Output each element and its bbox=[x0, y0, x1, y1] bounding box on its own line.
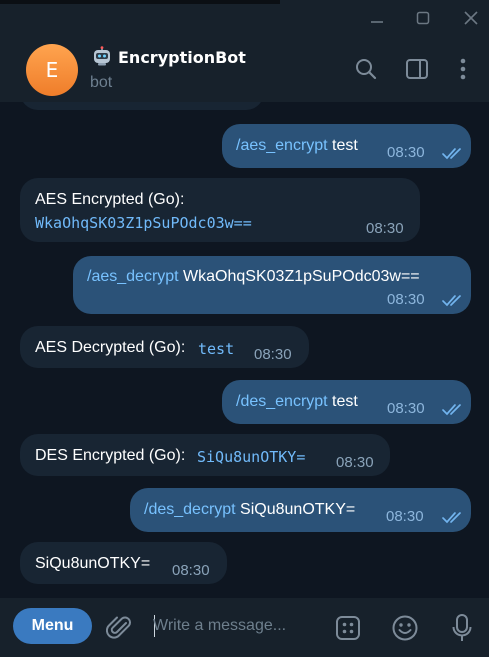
message-text: AES Encrypted (Go): bbox=[35, 191, 185, 208]
emoji-icon bbox=[392, 615, 418, 641]
bot-commands-icon bbox=[336, 616, 360, 640]
bot-commands-button[interactable] bbox=[333, 613, 363, 643]
message-bubble-out[interactable]: /des_encrypt test 08:30 bbox=[222, 380, 471, 424]
message-bubble-out[interactable]: /des_decrypt SiQu8unOTKY= 08:30 bbox=[130, 488, 471, 532]
message-text: SiQu8unOTKY= bbox=[235, 501, 356, 518]
sidebar-toggle-icon bbox=[406, 59, 428, 79]
minimize-icon bbox=[371, 21, 383, 23]
message-time: 08:30 bbox=[387, 291, 425, 308]
code-snippet[interactable]: SiQu8unOTKY= bbox=[197, 448, 305, 466]
message-time: 08:30 bbox=[386, 508, 424, 525]
avatar[interactable]: E bbox=[26, 44, 78, 96]
message-time: 08:30 bbox=[366, 220, 404, 237]
emoji-button[interactable] bbox=[390, 613, 420, 643]
read-receipt-icon bbox=[442, 295, 461, 307]
message-text: SiQu8unOTKY= bbox=[35, 555, 151, 572]
microphone-button[interactable] bbox=[447, 613, 477, 643]
read-receipt-icon bbox=[442, 148, 461, 160]
chat-header: E EncryptionBot bot bbox=[0, 34, 489, 102]
message-text: test bbox=[327, 393, 358, 410]
message-bubble-in[interactable]: AES Decrypted (Go): test 08:30 bbox=[20, 326, 309, 368]
bot-command-link[interactable]: /des_decrypt bbox=[144, 501, 236, 518]
chat-title[interactable]: EncryptionBot bbox=[92, 46, 246, 67]
message-time: 08:30 bbox=[387, 400, 425, 417]
message-text: DES Encrypted (Go): bbox=[35, 447, 190, 464]
robot-icon bbox=[94, 46, 110, 66]
message-input-placeholder: Write a message... bbox=[153, 617, 287, 634]
more-vertical-icon bbox=[460, 58, 466, 80]
message-text: WkaOhqSK03Z1pSuPOdc03w== bbox=[178, 268, 420, 285]
close-icon bbox=[464, 11, 478, 25]
bot-command-link[interactable]: /aes_encrypt bbox=[236, 137, 328, 154]
message-text: test bbox=[327, 137, 358, 154]
maximize-icon bbox=[416, 11, 430, 25]
message-list[interactable]: /aes_encrypt test 08:30 AES Encrypted (G… bbox=[0, 102, 489, 598]
message-bubble-in[interactable]: AES Encrypted (Go): WkaOhqSK03Z1pSuPOdc0… bbox=[20, 178, 420, 242]
chat-status: bot bbox=[90, 74, 113, 91]
message-text: AES Decrypted (Go): bbox=[35, 339, 190, 356]
message-time: 08:30 bbox=[172, 562, 210, 579]
read-receipt-icon bbox=[442, 404, 461, 416]
message-bubble-partial bbox=[20, 102, 264, 110]
message-composer: Menu Write a message... bbox=[0, 598, 489, 657]
message-time: 08:30 bbox=[254, 346, 292, 363]
search-icon bbox=[356, 59, 377, 80]
message-time: 08:30 bbox=[387, 144, 425, 161]
attach-button[interactable] bbox=[105, 613, 135, 643]
bot-menu-button[interactable]: Menu bbox=[13, 608, 92, 644]
code-snippet[interactable]: WkaOhqSK03Z1pSuPOdc03w== bbox=[35, 214, 252, 232]
microphone-icon bbox=[452, 614, 472, 641]
message-time: 08:30 bbox=[336, 454, 374, 471]
bot-menu-label: Menu bbox=[31, 617, 74, 634]
bot-command-link[interactable]: /aes_decrypt bbox=[87, 268, 179, 285]
attach-icon bbox=[106, 616, 131, 639]
close-button[interactable] bbox=[458, 6, 484, 30]
bot-command-link[interactable]: /des_encrypt bbox=[236, 393, 328, 410]
message-bubble-out[interactable]: /aes_decrypt WkaOhqSK03Z1pSuPOdc03w== 08… bbox=[73, 256, 471, 314]
avatar-letter: E bbox=[45, 58, 59, 82]
read-receipt-icon bbox=[442, 512, 461, 524]
message-bubble-out[interactable]: /aes_encrypt test 08:30 bbox=[222, 124, 471, 168]
message-bubble-in[interactable]: DES Encrypted (Go): SiQu8unOTKY= 08:30 bbox=[20, 434, 390, 476]
sidebar-toggle-button[interactable] bbox=[404, 56, 430, 82]
search-button[interactable] bbox=[353, 56, 379, 82]
more-button[interactable] bbox=[450, 56, 476, 82]
code-snippet[interactable]: test bbox=[198, 340, 234, 358]
message-bubble-in[interactable]: SiQu8unOTKY= 08:30 bbox=[20, 542, 227, 584]
window-titlebar bbox=[0, 0, 489, 34]
chat-title-text: EncryptionBot bbox=[118, 48, 246, 67]
maximize-button[interactable] bbox=[410, 6, 436, 30]
titlebar-edge bbox=[0, 0, 280, 4]
message-input[interactable]: Write a message... bbox=[153, 617, 323, 639]
minimize-button[interactable] bbox=[364, 6, 390, 30]
